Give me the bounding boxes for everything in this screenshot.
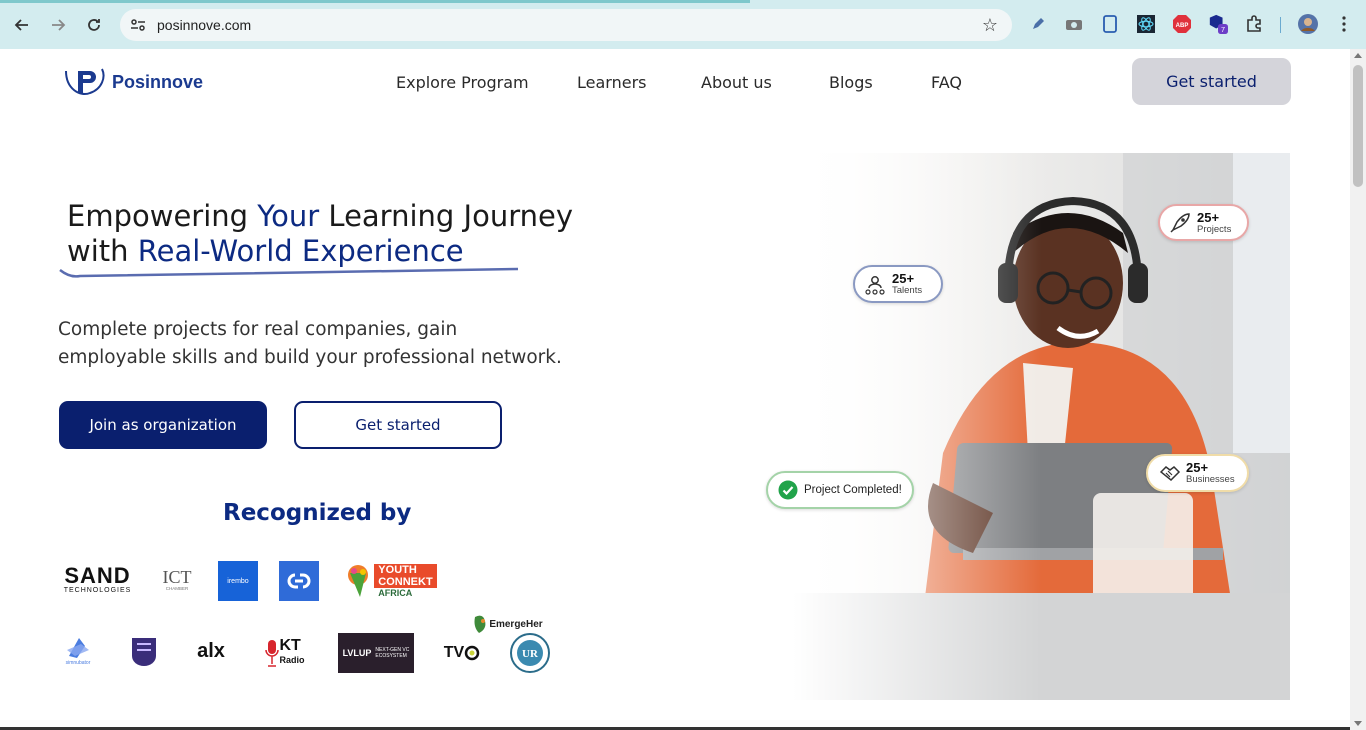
partner-logo-ict-chamber: ICT CHAMBER bbox=[160, 561, 194, 597]
hero-title-text: Learning Journey bbox=[319, 199, 574, 233]
address-bar[interactable]: posinnove.com ☆ bbox=[120, 9, 1012, 41]
svg-text:7: 7 bbox=[1221, 25, 1225, 34]
stat-card-businesses: 25+ Businesses bbox=[1146, 454, 1249, 492]
partner-sub: CHAMBER bbox=[165, 585, 189, 591]
page: Posinnove Explore Program Learners About… bbox=[0, 49, 1350, 730]
hero-subtitle: Complete projects for real companies, ga… bbox=[58, 319, 562, 368]
microphone-icon bbox=[265, 640, 280, 667]
page-scrollbar[interactable] bbox=[1350, 49, 1366, 730]
partner-name: TV bbox=[443, 644, 465, 661]
partner-name: CONNEKT bbox=[374, 575, 437, 588]
rocket-icon bbox=[1170, 212, 1190, 233]
stat-label: Projects bbox=[1197, 223, 1232, 235]
partner-logo-incubator: simnubator bbox=[62, 633, 94, 669]
get-started-button[interactable]: Get started bbox=[294, 401, 502, 449]
url-text[interactable]: posinnove.com bbox=[157, 17, 251, 33]
partner-sub: TECHNOLOGIES bbox=[63, 586, 132, 594]
logo-mark-icon bbox=[65, 68, 105, 95]
partner-logo-tv: TV bbox=[442, 641, 482, 665]
scroll-up-icon[interactable] bbox=[1354, 53, 1362, 58]
partner-logo-irembo: irembo bbox=[218, 561, 258, 601]
nav-blogs[interactable]: Blogs bbox=[829, 73, 873, 92]
partner-name: simnubator bbox=[65, 660, 91, 666]
svg-text:UR: UR bbox=[522, 648, 539, 660]
logo-text: Posinnove bbox=[112, 71, 204, 92]
partner-logo-lvlup: LVLUP NEXT-GEN VC ECOSYSTEM bbox=[338, 633, 414, 673]
scroll-down-icon[interactable] bbox=[1354, 721, 1362, 726]
extension-badge-icon[interactable]: 7 bbox=[1208, 14, 1228, 34]
browser-toolbar: posinnove.com ☆ ABP 7 bbox=[0, 0, 1366, 49]
nav-faq[interactable]: FAQ bbox=[931, 73, 962, 92]
hero-title: Empowering Your Learning Journey with Re… bbox=[67, 199, 573, 269]
adblock-plus-icon[interactable]: ABP bbox=[1172, 14, 1192, 34]
partner-name: EmergeHer bbox=[489, 618, 543, 630]
scrollbar-thumb[interactable] bbox=[1353, 65, 1363, 187]
reload-icon[interactable] bbox=[82, 13, 106, 37]
stat-number: 25+ bbox=[892, 271, 915, 286]
hero-title-accent: Your bbox=[257, 199, 320, 233]
profile-avatar-icon[interactable] bbox=[1298, 14, 1318, 34]
partner-name: LVLUP bbox=[342, 648, 372, 658]
partner-sub: Radio bbox=[279, 655, 305, 665]
logo[interactable]: Posinnove bbox=[64, 67, 203, 97]
stat-number: 25+ bbox=[1186, 460, 1209, 475]
partner-logo-youth-connekt: YOUTH CONNEKT AFRICA bbox=[340, 561, 441, 601]
project-completed-badge: Project Completed! bbox=[766, 471, 914, 509]
tab-strip bbox=[0, 0, 750, 3]
back-arrow-icon[interactable] bbox=[10, 13, 34, 37]
chain-link-icon bbox=[287, 573, 311, 589]
partner-logo-shield bbox=[130, 635, 158, 669]
bookmark-star-icon[interactable]: ☆ bbox=[982, 15, 998, 36]
recognized-heading: Recognized by bbox=[223, 500, 412, 526]
more-menu-icon[interactable] bbox=[1334, 14, 1354, 34]
extension-puzzle-icon[interactable] bbox=[1244, 14, 1264, 34]
pen-icon[interactable] bbox=[1028, 14, 1048, 34]
toolbar-divider bbox=[1280, 17, 1281, 33]
partner-name: alx bbox=[197, 639, 225, 662]
tablet-icon[interactable] bbox=[1100, 14, 1120, 34]
header-get-started-button[interactable]: Get started bbox=[1132, 58, 1291, 105]
people-network-icon bbox=[865, 276, 885, 295]
partner-name: ICT bbox=[162, 566, 192, 587]
react-devtools-icon[interactable] bbox=[1136, 14, 1156, 34]
stat-number: 25+ bbox=[1197, 209, 1220, 225]
partner-logo-kt-radio: KT Radio bbox=[262, 635, 308, 671]
title-underline bbox=[59, 267, 519, 278]
forward-arrow-icon[interactable] bbox=[46, 13, 70, 37]
tv-ring-icon bbox=[464, 645, 480, 661]
partner-logo-chain bbox=[279, 561, 319, 601]
partner-name: AFRICA bbox=[378, 587, 413, 598]
project-completed-text: Project Completed! bbox=[804, 484, 902, 496]
shield-crest-icon bbox=[132, 638, 156, 666]
nav-explore-program[interactable]: Explore Program bbox=[396, 73, 529, 92]
join-organization-button[interactable]: Join as organization bbox=[59, 401, 267, 449]
partner-sub: NEXT-GEN VC ECOSYSTEM bbox=[375, 647, 410, 659]
partner-logo-sand: SAND TECHNOLOGIES bbox=[59, 561, 136, 597]
check-circle-icon bbox=[778, 480, 798, 500]
university-seal-icon: UR bbox=[510, 633, 550, 673]
handshake-icon bbox=[1159, 466, 1181, 482]
incubator-mark-icon bbox=[67, 638, 89, 658]
partner-name: SAND bbox=[64, 562, 131, 588]
partner-logo-alx: alx bbox=[192, 639, 230, 663]
emergeher-mark-icon bbox=[474, 615, 486, 633]
svg-text:ABP: ABP bbox=[1176, 23, 1189, 29]
partner-logo-ur: UR bbox=[509, 632, 551, 674]
partner-name: irembo bbox=[227, 577, 249, 585]
partner-name: KT bbox=[279, 637, 301, 654]
hero-title-text: Empowering bbox=[67, 199, 258, 233]
nav-learners[interactable]: Learners bbox=[577, 73, 646, 92]
stat-label: Talents bbox=[892, 285, 923, 296]
stat-label: Businesses bbox=[1186, 474, 1235, 485]
partner-name: YOUTH bbox=[374, 563, 437, 576]
nav-about-us[interactable]: About us bbox=[701, 73, 772, 92]
stat-card-projects: 25+ Projects bbox=[1158, 204, 1249, 241]
site-settings-icon[interactable] bbox=[128, 15, 148, 35]
camera-icon[interactable] bbox=[1064, 14, 1084, 34]
africa-map-icon bbox=[348, 565, 369, 597]
stat-card-talents: 25+ Talents bbox=[853, 265, 943, 303]
